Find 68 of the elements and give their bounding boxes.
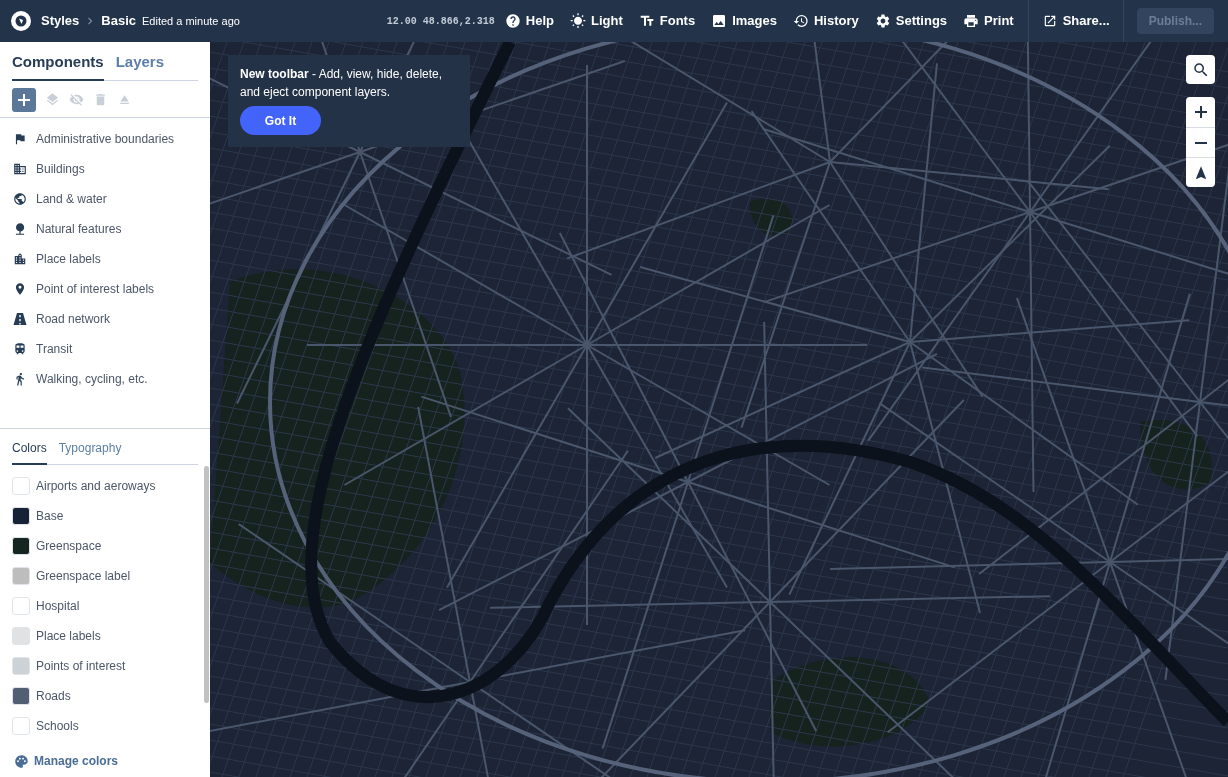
external-link-icon — [1042, 14, 1057, 28]
search-icon — [1191, 60, 1210, 79]
tab[interactable]: Colors — [12, 439, 47, 465]
color-item[interactable]: Points of interest — [0, 651, 210, 681]
building-icon — [13, 161, 27, 176]
flag-icon — [13, 131, 27, 146]
light-button[interactable]: Light — [570, 11, 623, 31]
eye-off-icon — [68, 92, 84, 107]
sun-icon — [570, 13, 586, 29]
logo-icon[interactable] — [11, 11, 31, 31]
component-item[interactable]: Transit — [0, 333, 210, 364]
tree-icon — [13, 221, 27, 236]
print-button[interactable]: Print — [963, 11, 1014, 31]
plus-icon — [18, 93, 30, 106]
globe-icon — [13, 191, 27, 206]
component-item[interactable]: Buildings — [0, 153, 210, 184]
minus-icon — [1194, 141, 1207, 144]
plus-icon — [1194, 106, 1207, 118]
map-pin-icon — [13, 281, 27, 296]
zoom-in-button[interactable] — [1186, 97, 1215, 127]
share-button[interactable]: Share... — [1042, 11, 1110, 31]
got-it-button[interactable]: Got It — [240, 106, 321, 135]
style-name: Basic — [101, 12, 136, 31]
styles-link[interactable]: Styles — [41, 11, 80, 31]
zoom-level: 12.00 — [386, 14, 417, 29]
map-coordinates: 48.866,2.318 — [422, 14, 495, 29]
tab[interactable]: Layers — [115, 51, 165, 81]
component-item[interactable]: Walking, cycling, etc. — [0, 363, 210, 394]
component-item[interactable]: Point of interest labels — [0, 273, 210, 304]
component-item[interactable]: Administrative boundaries — [0, 123, 210, 154]
component-item[interactable]: Natural features — [0, 213, 210, 244]
settings-icon — [874, 13, 891, 29]
color-item[interactable]: Greenspace — [0, 531, 210, 561]
printer-icon — [963, 13, 980, 29]
scrollbar[interactable] — [204, 466, 209, 703]
edit-status: Edited a minute ago — [142, 13, 240, 29]
color-item[interactable]: Place labels — [0, 621, 210, 651]
train-icon — [13, 341, 27, 356]
palette-icon — [14, 753, 29, 769]
tab[interactable]: Typography — [58, 439, 122, 465]
component-item[interactable]: Place labels — [0, 243, 210, 274]
color-item[interactable]: Schools — [0, 711, 210, 741]
manage-colors-link[interactable]: Manage colors — [14, 752, 119, 770]
compass-button[interactable] — [1186, 157, 1215, 187]
color-item[interactable]: Roads — [0, 681, 210, 711]
text-size-icon — [638, 13, 655, 29]
tooltip-text: New toolbar - Add, view, hide, delete, and eject component layers. — [240, 66, 444, 101]
city-icon — [13, 251, 27, 266]
history-icon — [792, 13, 809, 29]
component-item[interactable]: Land & water — [0, 183, 210, 214]
image-icon — [711, 13, 728, 29]
fonts-button[interactable]: Fonts — [638, 11, 696, 31]
help-button[interactable]: Help — [504, 11, 554, 31]
images-button[interactable]: Images — [711, 11, 777, 31]
component-item[interactable]: Road network — [0, 303, 210, 334]
tab[interactable]: Components — [12, 51, 104, 81]
settings-button[interactable]: Settings — [874, 11, 948, 31]
history-button[interactable]: History — [792, 11, 859, 31]
help-icon — [504, 13, 521, 29]
road-icon — [13, 311, 27, 326]
color-item[interactable]: Airports and aeroways — [0, 471, 210, 501]
color-item[interactable]: Base — [0, 501, 210, 531]
add-button[interactable] — [12, 87, 36, 112]
color-item[interactable]: Hospital — [0, 591, 210, 621]
search-button[interactable] — [1186, 55, 1215, 84]
color-item[interactable]: Greenspace label — [0, 561, 210, 591]
layers-icon — [44, 92, 60, 107]
zoom-out-button[interactable] — [1186, 127, 1215, 157]
